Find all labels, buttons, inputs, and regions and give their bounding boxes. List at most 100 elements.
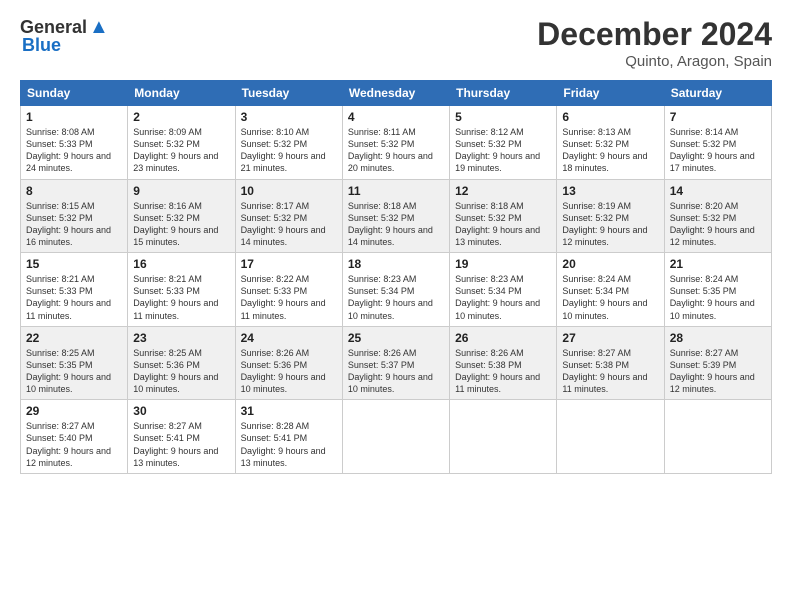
col-header-thursday: Thursday <box>450 81 557 106</box>
col-header-sunday: Sunday <box>21 81 128 106</box>
day-number: 24 <box>241 331 337 345</box>
day-detail: Sunrise: 8:24 AMSunset: 5:35 PMDaylight:… <box>670 274 755 320</box>
day-cell: 13 Sunrise: 8:19 AMSunset: 5:32 PMDayligh… <box>557 179 664 253</box>
day-number: 9 <box>133 184 229 198</box>
header: General ▲ Blue December 2024 Quinto, Ara… <box>20 16 772 70</box>
week-row-2: 8Sunrise: 8:15 AMSunset: 5:32 PMDaylight… <box>21 179 772 253</box>
day-cell: 11Sunrise: 8:18 AMSunset: 5:32 PMDayligh… <box>342 179 449 253</box>
day-detail: Sunrise: 8:23 AMSunset: 5:34 PMDaylight:… <box>348 274 433 320</box>
day-cell: 6 Sunrise: 8:13 AMSunset: 5:32 PMDaylight… <box>557 106 664 180</box>
day-detail: Sunrise: 8:25 AMSunset: 5:35 PMDaylight:… <box>26 348 111 394</box>
day-number: 17 <box>241 257 337 271</box>
day-cell: 31 Sunrise: 8:28 AMSunset: 5:41 PMDayligh… <box>235 400 342 474</box>
week-row-4: 22 Sunrise: 8:25 AMSunset: 5:35 PMDayligh… <box>21 326 772 400</box>
day-cell: 18 Sunrise: 8:23 AMSunset: 5:34 PMDayligh… <box>342 253 449 327</box>
day-cell: 25 Sunrise: 8:26 AMSunset: 5:37 PMDayligh… <box>342 326 449 400</box>
day-detail: Sunrise: 8:27 AMSunset: 5:40 PMDaylight:… <box>26 421 111 467</box>
day-cell: 15 Sunrise: 8:21 AMSunset: 5:33 PMDayligh… <box>21 253 128 327</box>
day-detail: Sunrise: 8:14 AMSunset: 5:32 PMDaylight:… <box>670 127 755 173</box>
day-cell: 19 Sunrise: 8:23 AMSunset: 5:34 PMDayligh… <box>450 253 557 327</box>
logo: General ▲ Blue <box>20 16 109 56</box>
day-detail: Sunrise: 8:08 AMSunset: 5:33 PMDaylight:… <box>26 127 111 173</box>
day-number: 11 <box>348 184 444 198</box>
day-number: 6 <box>562 110 658 124</box>
day-detail: Sunrise: 8:28 AMSunset: 5:41 PMDaylight:… <box>241 421 326 467</box>
day-number: 8 <box>26 184 122 198</box>
day-cell: 30Sunrise: 8:27 AMSunset: 5:41 PMDayligh… <box>128 400 235 474</box>
day-detail: Sunrise: 8:21 AMSunset: 5:33 PMDaylight:… <box>133 274 218 320</box>
day-detail: Sunrise: 8:11 AMSunset: 5:32 PMDaylight:… <box>348 127 433 173</box>
day-detail: Sunrise: 8:23 AMSunset: 5:34 PMDaylight:… <box>455 274 540 320</box>
day-cell: 9Sunrise: 8:16 AMSunset: 5:32 PMDaylight… <box>128 179 235 253</box>
col-header-tuesday: Tuesday <box>235 81 342 106</box>
week-row-1: 1 Sunrise: 8:08 AMSunset: 5:33 PMDaylight… <box>21 106 772 180</box>
day-cell <box>450 400 557 474</box>
day-cell: 29Sunrise: 8:27 AMSunset: 5:40 PMDayligh… <box>21 400 128 474</box>
day-number: 26 <box>455 331 551 345</box>
day-detail: Sunrise: 8:27 AMSunset: 5:38 PMDaylight:… <box>562 348 647 394</box>
day-number: 30 <box>133 404 229 418</box>
day-detail: Sunrise: 8:12 AMSunset: 5:32 PMDaylight:… <box>455 127 540 173</box>
day-number: 22 <box>26 331 122 345</box>
day-cell: 2Sunrise: 8:09 AMSunset: 5:32 PMDaylight… <box>128 106 235 180</box>
header-row: SundayMondayTuesdayWednesdayThursdayFrid… <box>21 81 772 106</box>
subtitle: Quinto, Aragon, Spain <box>537 53 772 70</box>
day-detail: Sunrise: 8:17 AMSunset: 5:32 PMDaylight:… <box>241 201 326 247</box>
day-detail: Sunrise: 8:26 AMSunset: 5:38 PMDaylight:… <box>455 348 540 394</box>
day-detail: Sunrise: 8:25 AMSunset: 5:36 PMDaylight:… <box>133 348 218 394</box>
day-cell: 23 Sunrise: 8:25 AMSunset: 5:36 PMDayligh… <box>128 326 235 400</box>
day-number: 13 <box>562 184 658 198</box>
col-header-friday: Friday <box>557 81 664 106</box>
day-cell: 1 Sunrise: 8:08 AMSunset: 5:33 PMDaylight… <box>21 106 128 180</box>
day-cell: 27 Sunrise: 8:27 AMSunset: 5:38 PMDayligh… <box>557 326 664 400</box>
day-cell: 20 Sunrise: 8:24 AMSunset: 5:34 PMDayligh… <box>557 253 664 327</box>
day-number: 15 <box>26 257 122 271</box>
day-number: 19 <box>455 257 551 271</box>
day-number: 12 <box>455 184 551 198</box>
week-row-5: 29Sunrise: 8:27 AMSunset: 5:40 PMDayligh… <box>21 400 772 474</box>
day-detail: Sunrise: 8:13 AMSunset: 5:32 PMDaylight:… <box>562 127 647 173</box>
day-number: 16 <box>133 257 229 271</box>
day-cell: 12Sunrise: 8:18 AMSunset: 5:32 PMDayligh… <box>450 179 557 253</box>
day-cell: 8Sunrise: 8:15 AMSunset: 5:32 PMDaylight… <box>21 179 128 253</box>
day-cell <box>342 400 449 474</box>
page-container: General ▲ Blue December 2024 Quinto, Ara… <box>0 0 792 484</box>
day-number: 21 <box>670 257 766 271</box>
day-detail: Sunrise: 8:20 AMSunset: 5:32 PMDaylight:… <box>670 201 755 247</box>
day-cell <box>664 400 771 474</box>
day-number: 1 <box>26 110 122 124</box>
day-number: 3 <box>241 110 337 124</box>
calendar-table: SundayMondayTuesdayWednesdayThursdayFrid… <box>20 80 772 474</box>
day-detail: Sunrise: 8:27 AMSunset: 5:39 PMDaylight:… <box>670 348 755 394</box>
day-number: 5 <box>455 110 551 124</box>
day-cell: 16 Sunrise: 8:21 AMSunset: 5:33 PMDayligh… <box>128 253 235 327</box>
day-detail: Sunrise: 8:21 AMSunset: 5:33 PMDaylight:… <box>26 274 111 320</box>
day-cell: 7Sunrise: 8:14 AMSunset: 5:32 PMDaylight… <box>664 106 771 180</box>
day-detail: Sunrise: 8:19 AMSunset: 5:32 PMDaylight:… <box>562 201 647 247</box>
col-header-monday: Monday <box>128 81 235 106</box>
month-title: December 2024 <box>537 16 772 53</box>
day-number: 20 <box>562 257 658 271</box>
day-number: 27 <box>562 331 658 345</box>
day-detail: Sunrise: 8:22 AMSunset: 5:33 PMDaylight:… <box>241 274 326 320</box>
day-number: 23 <box>133 331 229 345</box>
day-cell: 17 Sunrise: 8:22 AMSunset: 5:33 PMDayligh… <box>235 253 342 327</box>
day-detail: Sunrise: 8:10 AMSunset: 5:32 PMDaylight:… <box>241 127 326 173</box>
day-cell: 14 Sunrise: 8:20 AMSunset: 5:32 PMDayligh… <box>664 179 771 253</box>
day-number: 25 <box>348 331 444 345</box>
day-number: 28 <box>670 331 766 345</box>
day-detail: Sunrise: 8:24 AMSunset: 5:34 PMDaylight:… <box>562 274 647 320</box>
day-detail: Sunrise: 8:26 AMSunset: 5:37 PMDaylight:… <box>348 348 433 394</box>
title-block: December 2024 Quinto, Aragon, Spain <box>537 16 772 70</box>
day-number: 10 <box>241 184 337 198</box>
day-number: 31 <box>241 404 337 418</box>
day-number: 18 <box>348 257 444 271</box>
col-header-saturday: Saturday <box>664 81 771 106</box>
day-cell <box>557 400 664 474</box>
logo-icon: ▲ <box>89 16 109 39</box>
day-cell: 10 Sunrise: 8:17 AMSunset: 5:32 PMDayligh… <box>235 179 342 253</box>
day-number: 14 <box>670 184 766 198</box>
day-cell: 21 Sunrise: 8:24 AMSunset: 5:35 PMDayligh… <box>664 253 771 327</box>
week-row-3: 15 Sunrise: 8:21 AMSunset: 5:33 PMDayligh… <box>21 253 772 327</box>
day-number: 4 <box>348 110 444 124</box>
